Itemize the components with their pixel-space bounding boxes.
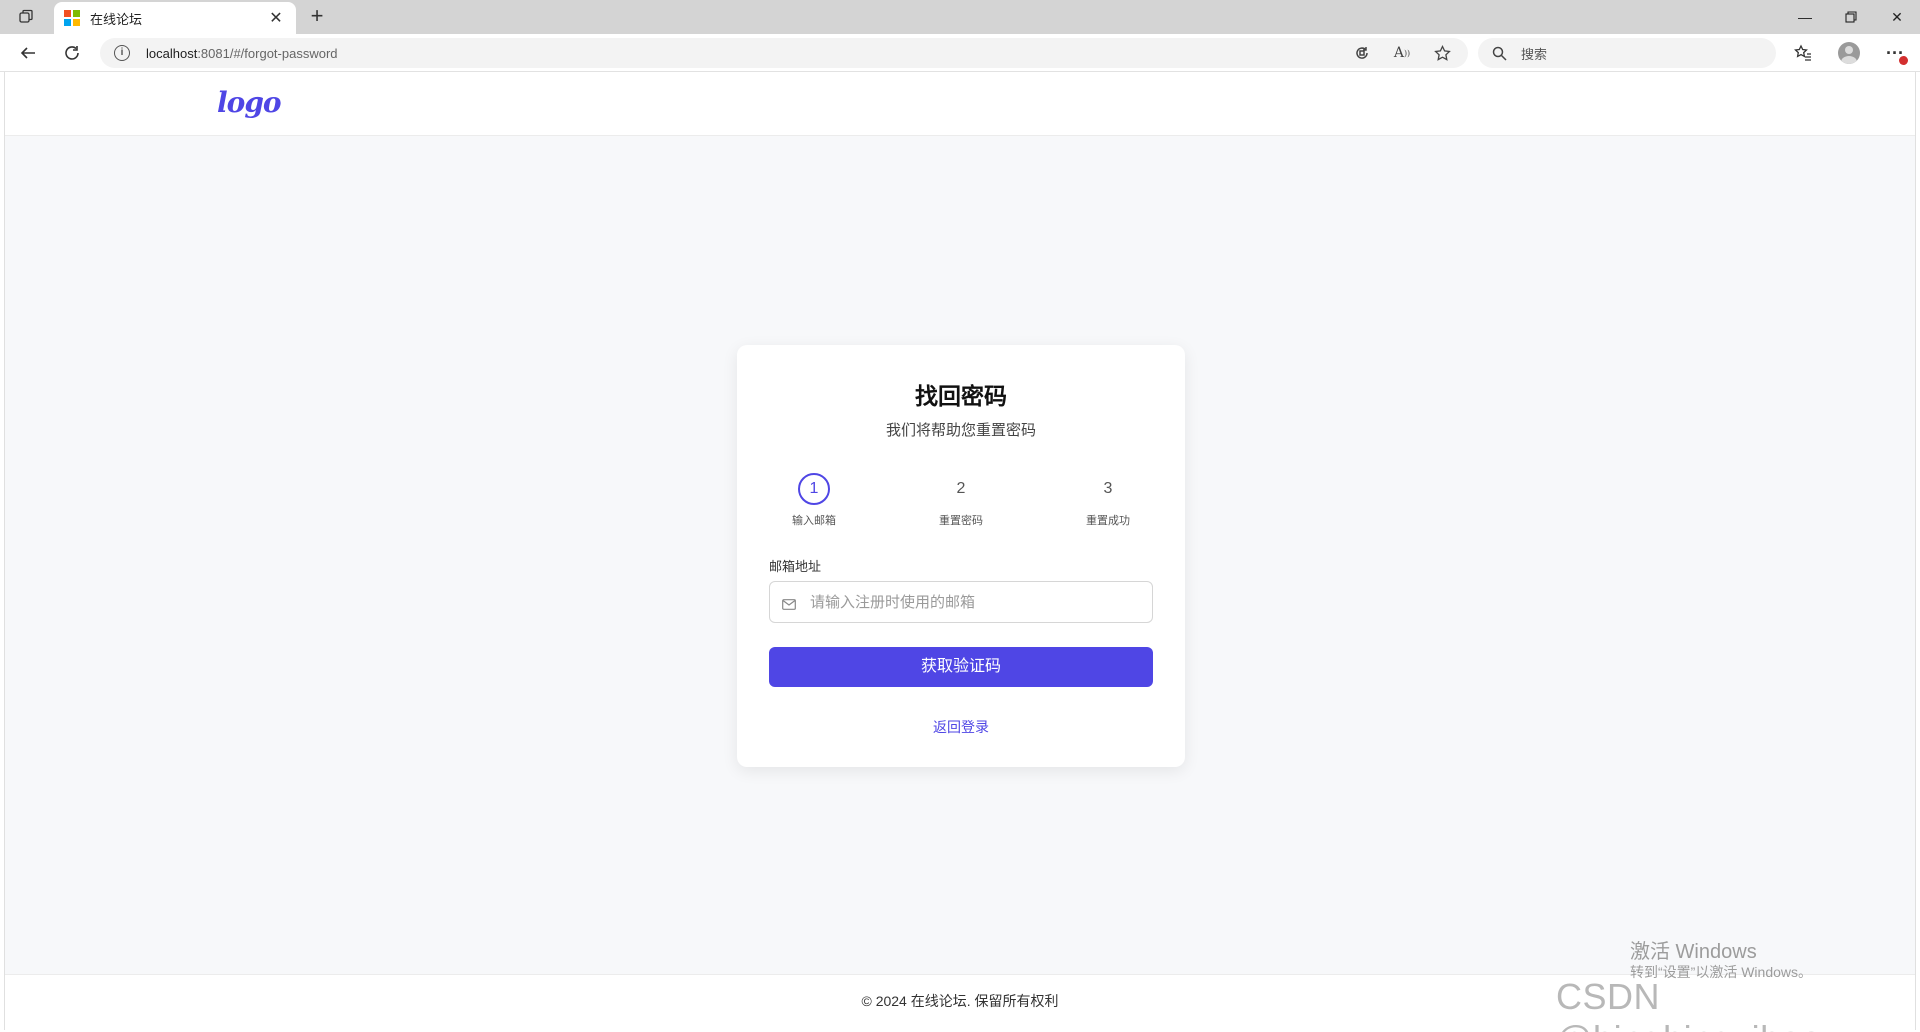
close-window-icon[interactable]: ✕ — [1874, 0, 1920, 34]
restore-icon[interactable] — [1828, 0, 1874, 34]
browser-tab[interactable]: 在线论坛 ✕ — [54, 2, 296, 34]
more-options-icon[interactable]: ··· — [1880, 39, 1910, 67]
url-text: localhost:8081/#/forgot-password — [146, 46, 1350, 61]
favorites-icon[interactable] — [1788, 39, 1818, 67]
profile-avatar[interactable] — [1834, 39, 1864, 67]
forgot-password-card: 找回密码 我们将帮助您重置密码 1 输入邮箱 2 重置密码 3 重置成功 邮箱地… — [737, 345, 1185, 767]
tab-actions-icon[interactable] — [12, 7, 40, 27]
step-2-number: 2 — [956, 480, 966, 497]
browser-toolbar: i localhost:8081/#/forgot-password A)) 搜… — [0, 34, 1920, 72]
minimize-icon[interactable]: — — [1782, 0, 1828, 34]
search-icon — [1492, 46, 1507, 61]
step-3: 3 重置成功 — [1063, 473, 1153, 528]
step-2-label: 重置密码 — [939, 515, 983, 527]
url-host: localhost — [146, 45, 198, 61]
read-aloud-icon[interactable]: A)) — [1390, 41, 1414, 65]
search-placeholder: 搜索 — [1521, 46, 1548, 62]
csdn-watermark: CSDN @bingbingyihao — [1556, 976, 1821, 1032]
url-path: :8081/#/forgot-password — [197, 45, 338, 61]
email-field[interactable] — [769, 581, 1153, 623]
step-indicator: 1 输入邮箱 2 重置密码 3 重置成功 — [769, 473, 1153, 533]
mail-icon — [782, 597, 796, 610]
activate-windows-title: 激活 Windows — [1630, 941, 1757, 963]
browser-search-box[interactable]: 搜索 — [1478, 38, 1776, 68]
email-field-label: 邮箱地址 — [769, 559, 822, 574]
step-3-number: 3 — [1103, 480, 1113, 497]
get-code-button[interactable]: 获取验证码 — [769, 647, 1153, 687]
site-logo[interactable]: logo — [217, 86, 282, 119]
back-icon[interactable] — [14, 39, 42, 67]
page-viewport: logo 找回密码 我们将帮助您重置密码 1 输入邮箱 2 重置密码 3 重置成… — [4, 72, 1916, 1030]
windows-logo-icon — [64, 10, 80, 26]
tab-close-icon[interactable]: ✕ — [266, 8, 286, 28]
window-controls: — ✕ — [1782, 0, 1920, 34]
new-tab-button[interactable]: + — [304, 4, 330, 30]
step-1-label: 输入邮箱 — [792, 515, 836, 527]
step-3-label: 重置成功 — [1086, 515, 1130, 527]
page-title: 找回密码 — [915, 383, 1007, 409]
address-bar[interactable]: i localhost:8081/#/forgot-password A)) — [100, 38, 1468, 68]
back-to-login-link[interactable]: 返回登录 — [737, 717, 1185, 737]
site-header: logo — [5, 72, 1915, 136]
step-1: 1 输入邮箱 — [769, 473, 859, 528]
tab-title: 在线论坛 — [90, 11, 143, 27]
site-info-icon[interactable]: i — [114, 45, 130, 61]
notification-badge — [1899, 56, 1908, 65]
page-subtitle: 我们将帮助您重置密码 — [885, 422, 1036, 439]
favorite-star-icon[interactable] — [1430, 41, 1454, 65]
reload-icon[interactable] — [58, 39, 86, 67]
step-2: 2 重置密码 — [916, 473, 1006, 528]
app-available-icon[interactable] — [1350, 41, 1374, 65]
email-input[interactable] — [810, 593, 1140, 611]
browser-tab-bar: 在线论坛 ✕ + — ✕ — [0, 0, 1920, 34]
avatar-icon — [1838, 42, 1860, 64]
step-1-number: 1 — [798, 473, 830, 505]
